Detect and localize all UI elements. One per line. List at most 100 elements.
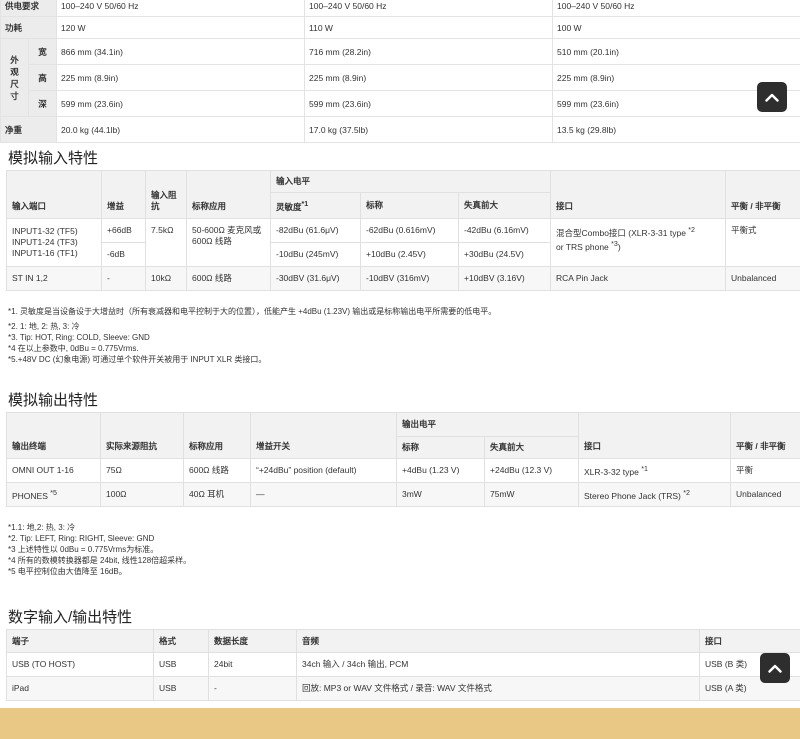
cell-text: XLR-3-32 type: [584, 466, 639, 477]
consumption-label: 功耗: [0, 16, 58, 39]
analog-input-table: 输入端口 增益 输入阻抗 标称应用 输入电平 接口 平衡 / 非平衡 灵敏度*1…: [6, 170, 800, 291]
cell: -30dBV (31.6μV): [270, 266, 361, 291]
digital-io-title: 数字输入/输出特性: [8, 609, 133, 626]
footnote-ref: *5: [50, 488, 57, 497]
header-cell: 输入端口: [6, 170, 102, 219]
cell: 599 mm (23.6in): [304, 90, 554, 117]
chevron-up-icon: [768, 664, 782, 673]
cell: 50-600Ω 麦克风或 600Ω 线路: [186, 218, 271, 267]
table-row: 高 225 mm (8.9in) 225 mm (8.9in) 225 mm (…: [1, 64, 800, 91]
dimensions-label-text: 外观尺寸: [10, 54, 19, 101]
cell: 599 mm (23.6in): [56, 90, 306, 117]
cell: 75mW: [483, 482, 580, 507]
table-row: 功耗 120 W 110 W 100 W: [0, 16, 800, 39]
cell: PHONES *5: [6, 482, 101, 507]
cell: OMNI OUT 1-16: [6, 458, 101, 483]
scroll-top-button[interactable]: [760, 653, 790, 683]
cell: 平衡: [730, 458, 800, 483]
cell: ST IN 1,2: [6, 266, 102, 291]
footnote-ref: *2: [688, 226, 695, 234]
cell-text: or TRS phone: [556, 241, 609, 252]
digital-io-table: 端子 格式 数据长度 音频 接口 USB (TO HOST) USB 24bit…: [6, 629, 800, 701]
footnote-ref: *3: [611, 239, 618, 248]
cell: RCA Pin Jack: [550, 266, 727, 291]
depth-label: 深: [27, 90, 58, 117]
footnote-ref: *2: [683, 488, 690, 497]
cell-text: ): [617, 241, 621, 252]
header-cell: 输出终端: [6, 412, 101, 459]
table-header-row: 输入端口 增益 输入阻抗 标称应用 输入电平 接口 平衡 / 非平衡: [6, 170, 800, 219]
cell: USB (TO HOST): [6, 652, 154, 677]
cell: -10dBV (316mV): [360, 266, 459, 291]
dimensions-label: 外观尺寸: [0, 38, 29, 117]
header-cell: 失真前大: [483, 436, 580, 459]
cell: +66dB: [101, 218, 146, 243]
cell: Unbalanced: [725, 266, 800, 291]
power-label: 供电要求: [0, 0, 58, 17]
header-cell: 实际来源阻抗: [100, 412, 184, 459]
cell-text: 混合型Combo接口 (XLR-3-31 type: [556, 227, 686, 238]
footnote: *2. 1: 地, 2: 热, 3: 冷: [8, 322, 80, 331]
header-cell: 增益开关: [250, 412, 397, 459]
header-cell: 标称应用: [183, 412, 251, 459]
cell: 13.5 kg (29.8lb): [552, 116, 800, 143]
cell: 120 W: [56, 16, 306, 39]
cell: 7.5kΩ: [145, 218, 187, 267]
cell: 100 W: [552, 16, 800, 39]
cell: 600Ω 线路: [183, 458, 251, 483]
footnote: *5 电平控制位由大值降至 16dB。: [8, 567, 127, 576]
footnote-ref: *1: [301, 199, 309, 208]
cell: -: [101, 266, 146, 291]
cell: +4dBu (1.23 V): [396, 458, 485, 483]
header-cell: 数据长度: [208, 629, 297, 653]
cell: 20.0 kg (44.1lb): [56, 116, 306, 143]
header-cell: 输入阻抗: [145, 170, 187, 219]
table-row: 外观尺寸 宽 866 mm (34.1in) 716 mm (28.2in) 5…: [0, 38, 800, 117]
table-row: INPUT1-32 (TF5) INPUT1-24 (TF3) INPUT1-1…: [6, 218, 800, 267]
table-row: USB (TO HOST) USB 24bit 34ch 输入 / 34ch 输…: [6, 652, 800, 677]
cell: Stereo Phone Jack (TRS) *2: [578, 482, 732, 507]
cell: XLR-3-32 type *1: [578, 458, 732, 483]
general-spec-table: 供电要求 100–240 V 50/60 Hz 100–240 V 50/60 …: [0, 0, 800, 143]
cell: 平衡式: [725, 218, 800, 267]
cell: 40Ω 耳机: [183, 482, 251, 507]
cell: 510 mm (20.1in): [552, 38, 800, 65]
cell: 100–240 V 50/60 Hz: [304, 0, 554, 17]
table-row: ST IN 1,2 - 10kΩ 600Ω 线路 -30dBV (31.6μV)…: [6, 266, 800, 291]
cell: 100–240 V 50/60 Hz: [56, 0, 306, 17]
cell: 866 mm (34.1in): [56, 38, 306, 65]
footnote: *4 在以上参数中, 0dBu = 0.775Vrms.: [8, 344, 139, 353]
cell: 716 mm (28.2in): [304, 38, 554, 65]
table-row: OMNI OUT 1-16 75Ω 600Ω 线路 “+24dBu” posit…: [6, 458, 800, 483]
weight-label: 净重: [0, 116, 58, 143]
cell: 回放: MP3 or WAV 文件格式 / 录音: WAV 文件格式: [296, 676, 700, 701]
header-cell: 接口: [578, 412, 732, 459]
cell: 100–240 V 50/60 Hz: [552, 0, 800, 17]
analog-output-notes: *1.1: 地,2: 热, 3: 冷 *2. Tip: LEFT, Ring: …: [8, 522, 191, 577]
cell: 10kΩ: [145, 266, 187, 291]
cell: iPad: [6, 676, 154, 701]
footnote: *4 所有的数模转换器都是 24bit, 线性128倍超采样。: [8, 556, 192, 565]
cell: 24bit: [208, 652, 297, 677]
header-cell: 输出电平: [395, 412, 580, 437]
cell: INPUT1-32 (TF5) INPUT1-24 (TF3) INPUT1-1…: [6, 218, 102, 267]
header-cell: 接口: [550, 170, 727, 219]
header-cell: 灵敏度*1: [270, 192, 361, 219]
header-cell: 失真前大: [457, 192, 552, 219]
cell: -62dBu (0.616mV): [360, 218, 459, 243]
footnote-ref: *1: [641, 464, 648, 473]
cell: 75Ω: [100, 458, 184, 483]
cell: +10dBu (2.45V): [360, 242, 459, 267]
footnote: *1.1: 地,2: 热, 3: 冷: [8, 523, 76, 532]
cell: +30dBu (24.5V): [457, 242, 552, 267]
spec-page: 供电要求 100–240 V 50/60 Hz 100–240 V 50/60 …: [0, 0, 800, 708]
footnote: *5.+48V DC (幻象电源) 可通过单个软件开关被用于 INPUT XLR…: [8, 355, 267, 364]
cell: +10dBV (3.16V): [457, 266, 552, 291]
cell: Unbalanced: [730, 482, 800, 507]
cell-text: PHONES: [12, 490, 48, 501]
header-cell: 标称: [396, 436, 485, 459]
scroll-top-button[interactable]: [757, 82, 787, 112]
cell: 225 mm (8.9in): [56, 64, 306, 91]
footnote: *3 上述特性以 0dBu = 0.775Vrms为标准。: [8, 545, 159, 554]
cell: -82dBu (61.6μV): [270, 218, 361, 243]
